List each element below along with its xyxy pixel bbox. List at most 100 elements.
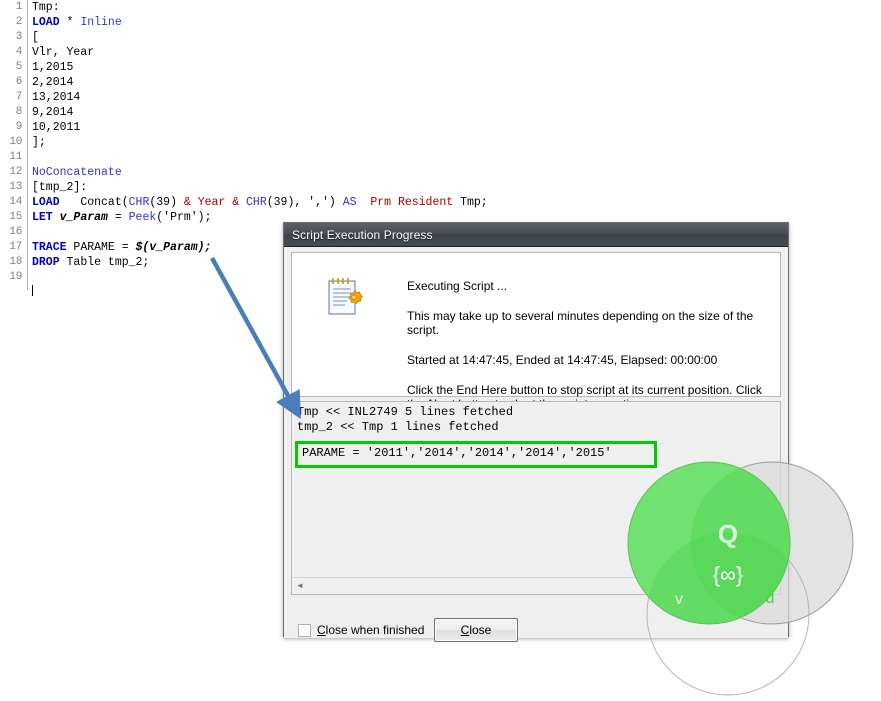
close-button[interactable]: Close: [434, 618, 518, 642]
execution-log-panel[interactable]: Tmp << INL2749 5 lines fetched tmp_2 << …: [291, 401, 781, 595]
line-number: 6: [15, 76, 23, 88]
code-token: [: [32, 31, 39, 44]
close-when-finished-checkbox[interactable]: [298, 623, 311, 637]
log-horizontal-scrollbar[interactable]: ◄: [292, 577, 780, 594]
code-line[interactable]: 12 NoConcatenate: [0, 165, 881, 180]
code-line-text: LOAD * Inline: [26, 15, 122, 30]
log-line: tmp_2 << Tmp 1 lines fetched: [297, 420, 499, 434]
caret-icon: [32, 285, 33, 296]
line-number: 14: [9, 196, 22, 208]
code-token: ('Prm');: [156, 211, 212, 224]
line-number: 10: [9, 136, 22, 148]
code-token: LET: [32, 211, 53, 224]
code-line[interactable]: 7 13,2014: [0, 90, 881, 105]
line-number: 13: [9, 181, 22, 193]
scroll-left-arrow-icon[interactable]: ◄: [292, 578, 308, 594]
code-line-text: [tmp_2]:: [26, 180, 87, 195]
line-number: 12: [9, 166, 22, 178]
screenshot-root: 1 Tmp: 2 LOAD * Inline 3[4 Vlr, Year 5 1,2015 6 2…: [0, 0, 881, 701]
code-token: Tmp:: [32, 1, 60, 14]
code-line-text: LET v_Param = Peek('Prm');: [26, 210, 211, 225]
code-line-text: TRACE PARAME = $(v_Param);: [26, 240, 211, 255]
code-token: 2,2014: [32, 76, 74, 89]
close-button-label: Close: [461, 623, 492, 637]
code-token: 1,2015: [32, 61, 74, 74]
code-token: TRACE: [32, 241, 67, 254]
code-token: Table tmp_2;: [59, 256, 150, 269]
dialog-info-text: Executing Script ... This may take up to…: [407, 279, 770, 411]
code-token: Vlr, Year: [32, 46, 95, 59]
line-number: 15: [9, 211, 22, 223]
code-token: ];: [32, 136, 46, 149]
code-line-text: 2,2014: [26, 75, 73, 90]
line-number: 5: [15, 61, 23, 73]
info-line-executing: Executing Script ...: [407, 279, 508, 293]
code-token: 13,2014: [32, 91, 81, 104]
code-token: Resident: [397, 196, 454, 209]
code-token: CHR: [128, 196, 150, 209]
code-line-text: LOAD Concat(CHR(39) & Year & CHR(39), ',…: [26, 195, 488, 210]
log-line: Tmp << INL2749 5 lines fetched: [297, 405, 514, 419]
code-token: *: [59, 16, 81, 29]
code-line[interactable]: 2 LOAD * Inline: [0, 15, 881, 30]
line-number: 17: [9, 241, 22, 253]
code-line[interactable]: 9 10,2011: [0, 120, 881, 135]
dialog-title-bar[interactable]: Script Execution Progress: [284, 223, 788, 247]
code-line[interactable]: 6 2,2014: [0, 75, 881, 90]
code-line[interactable]: 8 9,2014: [0, 105, 881, 120]
line-number: 7: [15, 91, 23, 103]
line-number: 1: [15, 1, 23, 13]
code-line[interactable]: 3[: [0, 30, 881, 45]
code-line[interactable]: 10];: [0, 135, 881, 150]
line-number: 11: [9, 151, 22, 163]
code-line[interactable]: 5 1,2015: [0, 60, 881, 75]
code-token: =: [107, 211, 129, 224]
code-line-text: 1,2015: [26, 60, 73, 75]
code-token: LOAD: [32, 16, 60, 29]
code-line-text: 10,2011: [26, 120, 80, 135]
code-line[interactable]: 14 LOAD Concat(CHR(39) & Year & CHR(39), …: [0, 195, 881, 210]
code-token: (: [121, 196, 129, 209]
code-line-text: 9,2014: [26, 105, 73, 120]
code-line[interactable]: 13 [tmp_2]:: [0, 180, 881, 195]
trace-output-text: PARAME = '2011','2014','2014','2014','20…: [302, 446, 612, 460]
code-line[interactable]: 4 Vlr, Year: [0, 45, 881, 60]
script-execution-progress-dialog[interactable]: Script Execution Progress Executing Scri…: [283, 222, 789, 642]
code-line-text: ];: [26, 135, 46, 150]
line-number: 9: [15, 121, 23, 133]
code-token: Concat: [80, 196, 122, 209]
cb-rest: lose when finished: [325, 623, 425, 637]
line-number: 8: [15, 106, 23, 118]
code-line[interactable]: 1 Tmp:: [0, 0, 881, 15]
line-number: 19: [9, 271, 22, 283]
code-token: ',': [308, 196, 329, 209]
code-token: v_Param: [59, 211, 108, 224]
code-token: 9,2014: [32, 106, 74, 119]
code-line-text: 13,2014: [26, 90, 80, 105]
code-line-text: Tmp:: [26, 0, 60, 15]
close-when-finished-row[interactable]: Close when finished: [298, 623, 424, 637]
code-line-text: NoConcatenate: [26, 165, 122, 180]
code-token: PARAME =: [66, 241, 136, 254]
code-line-text: Vlr, Year: [26, 45, 94, 60]
code-token: LOAD: [32, 196, 60, 209]
close-when-finished-label: Close when finished: [317, 623, 424, 637]
close-rest: lose: [469, 623, 492, 637]
code-token: (39),: [266, 196, 309, 209]
execution-log-text: Tmp << INL2749 5 lines fetched tmp_2 << …: [292, 402, 780, 577]
line-number: 18: [9, 256, 22, 268]
code-token: 10,2011: [32, 121, 81, 134]
code-token: $(v_Param);: [135, 241, 212, 254]
code-line-text: DROP Table tmp_2;: [26, 255, 149, 270]
line-number: 4: [15, 46, 23, 58]
code-token: &: [183, 196, 191, 209]
code-token: AS: [342, 196, 357, 209]
info-line-duration: This may take up to several minutes depe…: [407, 309, 754, 337]
code-token: Year: [197, 196, 226, 209]
code-line[interactable]: 11: [0, 150, 881, 165]
code-token: Prm: [370, 196, 392, 209]
